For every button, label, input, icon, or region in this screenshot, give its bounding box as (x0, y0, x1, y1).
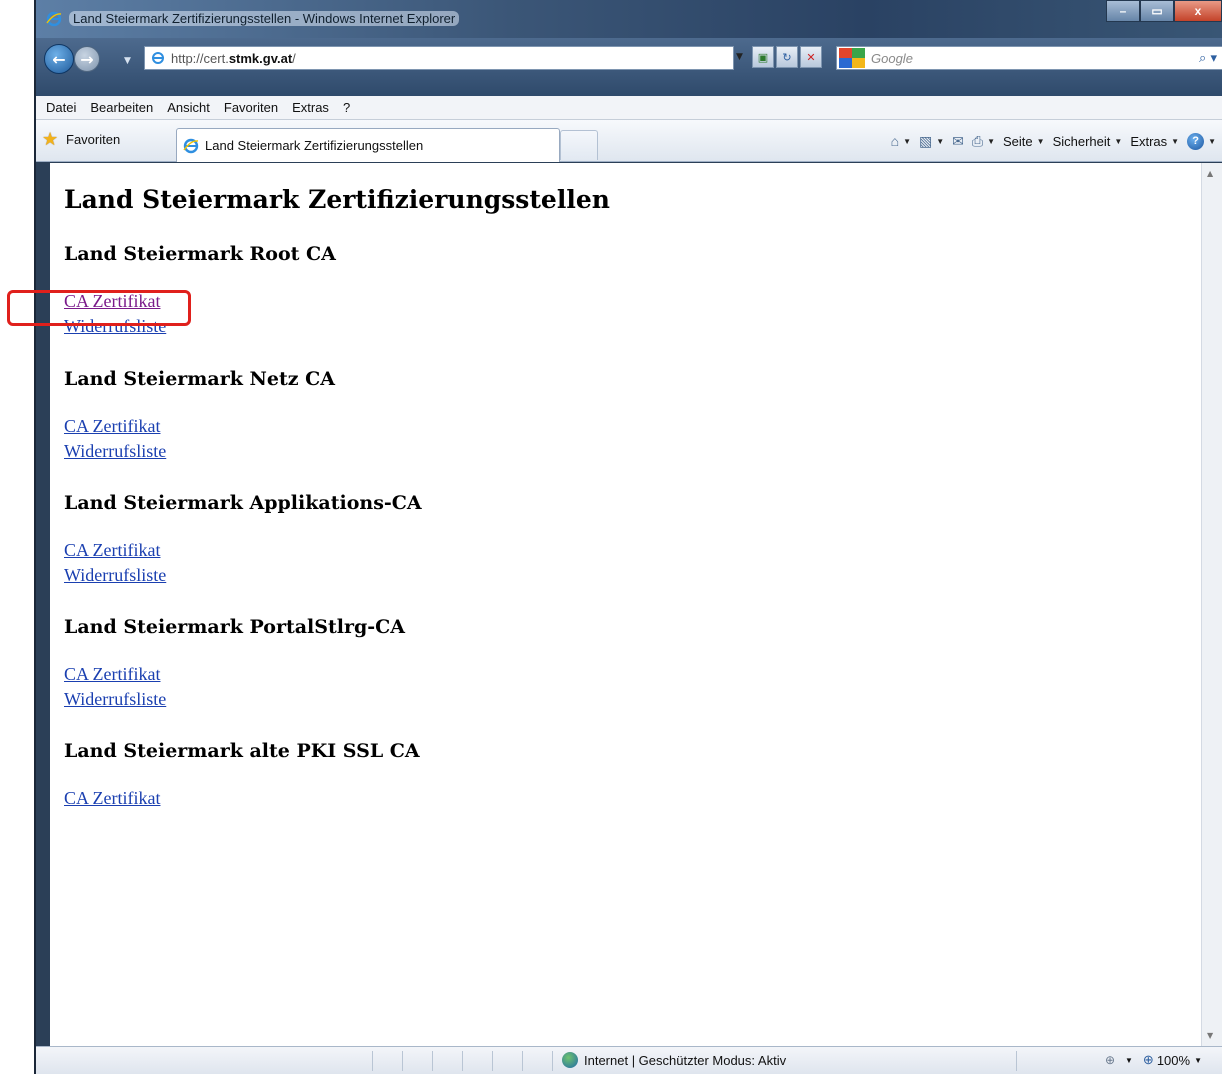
history-dropdown-icon[interactable]: ▼ (124, 56, 131, 66)
section-applikations-ca: Land Steiermark Applikations-CA CA Zerti… (64, 492, 422, 588)
feeds-icon: ▧ (919, 132, 933, 149)
address-dropdown-icon[interactable]: ▼ (736, 52, 743, 62)
menu-help[interactable]: ? (343, 100, 350, 115)
ca-certificate-link[interactable]: CA Zertifikat (64, 538, 422, 563)
security-zone[interactable]: Internet | Geschützter Modus: Aktiv (562, 1052, 786, 1068)
section-heading: Land Steiermark alte PKI SSL CA (64, 740, 420, 762)
status-divider (432, 1051, 433, 1071)
section-portalstlrg-ca: Land Steiermark PortalStlrg-CA CA Zertif… (64, 616, 405, 712)
section-heading: Land Steiermark Netz CA (64, 368, 335, 390)
new-tab-button[interactable] (560, 130, 598, 160)
window-controls: – ▭ x (1106, 0, 1222, 24)
address-bar[interactable]: http://cert.stmk.gv.at/ (144, 46, 734, 70)
page-menu[interactable]: Seite ▼ (1003, 134, 1045, 149)
browser-window: Land Steiermark Zertifizierungsstellen -… (34, 0, 1222, 1074)
favorites-button[interactable]: ★ Favoriten (42, 127, 120, 151)
forward-button[interactable]: → (74, 46, 100, 72)
menu-extras[interactable]: Extras (292, 100, 329, 115)
tools-menu[interactable]: Extras ▼ (1130, 134, 1179, 149)
status-bar: Internet | Geschützter Modus: Aktiv ⊕ ▼ … (36, 1046, 1222, 1074)
page-icon (152, 52, 164, 64)
tab-active[interactable]: Land Steiermark Zertifizierungsstellen (176, 128, 560, 162)
section-heading: Land Steiermark PortalStlrg-CA (64, 616, 406, 638)
status-divider (462, 1051, 463, 1071)
back-button[interactable]: ← (44, 44, 74, 74)
stop-icon[interactable]: ✕ (800, 46, 822, 68)
zone-text: Internet | Geschützter Modus: Aktiv (584, 1052, 787, 1068)
section-alte-pki-ssl-ca: Land Steiermark alte PKI SSL CA CA Zerti… (64, 740, 420, 811)
favorites-label: Favoriten (66, 131, 121, 147)
menu-ansicht[interactable]: Ansicht (167, 100, 210, 115)
status-divider (402, 1051, 403, 1071)
zoom-level: 100% (1156, 1052, 1191, 1068)
close-button[interactable]: x (1174, 0, 1222, 22)
maximize-button[interactable]: ▭ (1140, 0, 1174, 22)
home-button[interactable]: ⌂ ▼ (891, 133, 911, 149)
page-content: Land Steiermark Zertifizierungsstellen L… (50, 163, 1201, 1046)
window-title: Land Steiermark Zertifizierungsstellen -… (69, 11, 460, 26)
ca-certificate-link[interactable]: CA Zertifikat (64, 414, 335, 439)
security-menu[interactable]: Sicherheit ▼ (1053, 134, 1123, 149)
menu-favoriten[interactable]: Favoriten (224, 100, 278, 115)
ca-certificate-link[interactable]: CA Zertifikat (64, 662, 405, 687)
annotation-highlight-box (7, 290, 191, 326)
menu-datei[interactable]: Datei (46, 100, 76, 115)
mail-icon: ✉ (952, 132, 964, 149)
print-button[interactable]: ⎙ ▼ (972, 133, 995, 150)
zoom-control[interactable]: ⊕ ▼ ⊕ 100% ▼ (1105, 1052, 1212, 1068)
status-divider (492, 1051, 493, 1071)
tab-label: Land Steiermark Zertifizierungsstellen (205, 138, 424, 153)
scroll-up-icon[interactable]: ▲ (1207, 169, 1217, 178)
section-netz-ca: Land Steiermark Netz CA CA Zertifikat Wi… (64, 368, 335, 464)
home-icon: ⌂ (890, 133, 900, 149)
help-icon: ? (1187, 132, 1205, 150)
revocation-list-link[interactable]: Widerrufsliste (64, 439, 335, 464)
chevron-down-icon: ▼ (1125, 1055, 1133, 1065)
mail-button[interactable]: ✉ (952, 133, 964, 150)
title-bar: Land Steiermark Zertifizierungsstellen -… (36, 0, 1222, 38)
favorites-star-icon: ★ (42, 129, 59, 149)
protected-mode-icon: ⊕ (1104, 1053, 1115, 1067)
compatibility-view-icon[interactable]: ▣ (752, 46, 774, 68)
navigation-bar: ← → ▼ http://cert.stmk.gv.at/ ▼ ▣ ↻ ✕ Go… (36, 38, 1222, 96)
revocation-list-link[interactable]: Widerrufsliste (64, 687, 405, 712)
status-divider (1016, 1051, 1017, 1071)
help-button[interactable]: ? ▼ (1187, 132, 1216, 150)
vertical-scrollbar[interactable]: ▲ ▼ (1201, 163, 1222, 1046)
section-heading: Land Steiermark Root CA (64, 243, 336, 265)
status-divider (522, 1051, 523, 1071)
status-divider (552, 1051, 553, 1071)
favorites-bar: ★ Favoriten Land Steiermark Zertifizieru… (36, 120, 1222, 162)
refresh-icon[interactable]: ↻ (776, 46, 798, 68)
menu-bar: Datei Bearbeiten Ansicht Favoriten Extra… (36, 96, 1222, 120)
ca-certificate-link[interactable]: CA Zertifikat (64, 786, 420, 811)
url-text[interactable]: http://cert.stmk.gv.at/ (171, 51, 296, 66)
menu-bearbeiten[interactable]: Bearbeiten (90, 100, 153, 115)
status-divider (372, 1051, 373, 1071)
chevron-down-icon: ▼ (1194, 1055, 1202, 1065)
page-title: Land Steiermark Zertifizierungsstellen (64, 185, 610, 214)
google-icon (839, 48, 865, 68)
section-heading: Land Steiermark Applikations-CA (64, 492, 422, 514)
internet-explorer-icon (46, 11, 62, 27)
print-icon: ⎙ (971, 132, 984, 149)
minimize-button[interactable]: – (1106, 0, 1140, 22)
tab-page-icon (183, 138, 199, 153)
search-placeholder[interactable]: Google (871, 51, 1199, 66)
search-icon[interactable]: ⌕ ▾ (1199, 51, 1217, 66)
feeds-button[interactable]: ▧ ▼ (919, 133, 944, 150)
command-bar: ⌂ ▼ ▧ ▼ ✉ ⎙ ▼ Seite ▼ Sicherheit ▼ Extras ▼ ? ▼ (883, 130, 1216, 152)
revocation-list-link[interactable]: Widerrufsliste (64, 563, 422, 588)
search-box[interactable]: Google ⌕ ▾ (836, 46, 1222, 70)
scroll-down-icon[interactable]: ▼ (1207, 1031, 1217, 1040)
globe-icon (562, 1052, 578, 1068)
zoom-icon: ⊕ (1142, 1052, 1154, 1067)
